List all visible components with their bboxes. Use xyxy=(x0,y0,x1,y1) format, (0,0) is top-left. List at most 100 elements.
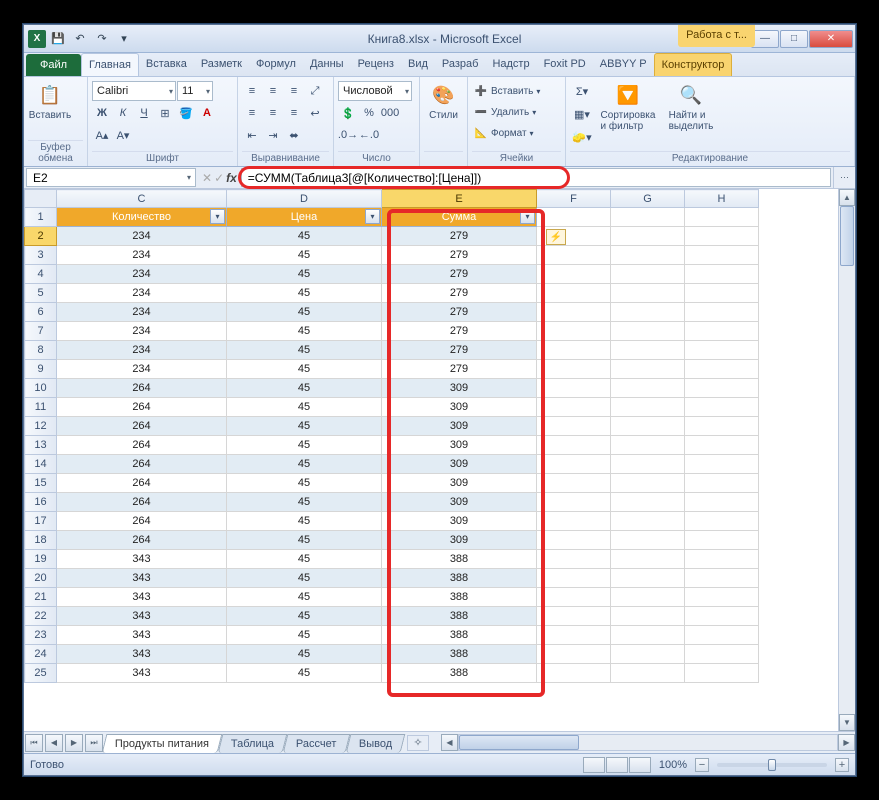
align-bottom-button[interactable]: ≡ xyxy=(284,81,304,101)
cell-D7[interactable]: 45 xyxy=(227,322,382,341)
cell-H19[interactable] xyxy=(685,550,759,569)
cell-C6[interactable]: 234 xyxy=(57,303,227,322)
cell-C15[interactable]: 264 xyxy=(57,474,227,493)
cell-E2[interactable]: 279 xyxy=(382,227,537,246)
cell-G21[interactable] xyxy=(611,588,685,607)
cell-F4[interactable] xyxy=(537,265,611,284)
cell-D14[interactable]: 45 xyxy=(227,455,382,474)
currency-button[interactable]: 💲 xyxy=(338,103,358,123)
cell-G17[interactable] xyxy=(611,512,685,531)
italic-button[interactable]: К xyxy=(113,103,133,123)
row-header-11[interactable]: 11 xyxy=(25,398,57,417)
cell-H4[interactable] xyxy=(685,265,759,284)
sheet-tab-0[interactable]: Продукты питания xyxy=(102,734,223,753)
ribbon-tab-вставка[interactable]: Вставка xyxy=(139,53,194,76)
cell-E6[interactable]: 279 xyxy=(382,303,537,322)
cell-C12[interactable]: 264 xyxy=(57,417,227,436)
cell-E13[interactable]: 309 xyxy=(382,436,537,455)
cell-C4[interactable]: 234 xyxy=(57,265,227,284)
cell-D3[interactable]: 45 xyxy=(227,246,382,265)
cell-F20[interactable] xyxy=(537,569,611,588)
row-header-16[interactable]: 16 xyxy=(25,493,57,512)
cell-G24[interactable] xyxy=(611,645,685,664)
ribbon-tab-главная[interactable]: Главная xyxy=(81,53,139,76)
cell-H23[interactable] xyxy=(685,626,759,645)
cell-H14[interactable] xyxy=(685,455,759,474)
decrease-decimal-button[interactable]: ←.0 xyxy=(359,125,379,145)
cell-G2[interactable] xyxy=(611,227,685,246)
hscroll-right-button[interactable]: ▶ xyxy=(838,734,855,751)
cell-C24[interactable]: 343 xyxy=(57,645,227,664)
cell-G13[interactable] xyxy=(611,436,685,455)
cell-C11[interactable]: 264 xyxy=(57,398,227,417)
font-name-combo[interactable]: Calibri xyxy=(92,81,176,101)
column-header-H[interactable]: H xyxy=(685,190,759,208)
row-header-20[interactable]: 20 xyxy=(25,569,57,588)
cell-G11[interactable] xyxy=(611,398,685,417)
font-size-combo[interactable]: 11 xyxy=(177,81,213,101)
ribbon-tab-foxit pd[interactable]: Foxit PD xyxy=(537,53,593,76)
cell-E12[interactable]: 309 xyxy=(382,417,537,436)
cell-E24[interactable]: 388 xyxy=(382,645,537,664)
cell-D2[interactable]: 45 xyxy=(227,227,382,246)
cell-G14[interactable] xyxy=(611,455,685,474)
zoom-knob[interactable] xyxy=(768,759,776,771)
cell-F6[interactable] xyxy=(537,303,611,322)
cancel-formula-icon[interactable]: ✕ xyxy=(202,171,212,185)
merge-button[interactable]: ⬌ xyxy=(284,125,304,145)
cell-E14[interactable]: 309 xyxy=(382,455,537,474)
row-header-4[interactable]: 4 xyxy=(25,265,57,284)
cell-H11[interactable] xyxy=(685,398,759,417)
hscroll-thumb[interactable] xyxy=(459,735,579,750)
cell-E7[interactable]: 279 xyxy=(382,322,537,341)
align-right-button[interactable]: ≡ xyxy=(284,103,304,123)
cell-C7[interactable]: 234 xyxy=(57,322,227,341)
cell-E18[interactable]: 309 xyxy=(382,531,537,550)
cell-F19[interactable] xyxy=(537,550,611,569)
cell-D6[interactable]: 45 xyxy=(227,303,382,322)
cell-E22[interactable]: 388 xyxy=(382,607,537,626)
cell-H24[interactable] xyxy=(685,645,759,664)
cell-D13[interactable]: 45 xyxy=(227,436,382,455)
underline-button[interactable]: Ч xyxy=(134,103,154,123)
sheet-tab-1[interactable]: Таблица xyxy=(218,734,288,753)
cell-F15[interactable] xyxy=(537,474,611,493)
file-tab[interactable]: Файл xyxy=(26,54,81,76)
cell-H13[interactable] xyxy=(685,436,759,455)
sheet-tab-2[interactable]: Рассчет xyxy=(283,734,350,753)
cell-H20[interactable] xyxy=(685,569,759,588)
cell-D11[interactable]: 45 xyxy=(227,398,382,417)
cell-F12[interactable] xyxy=(537,417,611,436)
cell-G19[interactable] xyxy=(611,550,685,569)
cell-F10[interactable] xyxy=(537,379,611,398)
align-center-button[interactable]: ≡ xyxy=(263,103,283,123)
row-header-14[interactable]: 14 xyxy=(25,455,57,474)
filter-button-Цена[interactable]: ▾ xyxy=(365,209,380,224)
cell-E3[interactable]: 279 xyxy=(382,246,537,265)
zoom-slider[interactable] xyxy=(717,763,827,767)
row-header-12[interactable]: 12 xyxy=(25,417,57,436)
cell-D16[interactable]: 45 xyxy=(227,493,382,512)
cell-D19[interactable]: 45 xyxy=(227,550,382,569)
zoom-out-button[interactable]: − xyxy=(695,758,709,772)
cell-G20[interactable] xyxy=(611,569,685,588)
cell-C23[interactable]: 343 xyxy=(57,626,227,645)
fx-icon[interactable]: fx xyxy=(226,171,237,185)
ribbon-tab-разраб[interactable]: Разраб xyxy=(435,53,486,76)
blank-cell[interactable] xyxy=(685,208,759,227)
page-layout-view-button[interactable] xyxy=(606,757,628,773)
undo-icon[interactable]: ↶ xyxy=(70,29,90,49)
column-header-D[interactable]: D xyxy=(227,190,382,208)
shrink-font-button[interactable]: A▾ xyxy=(113,125,133,145)
last-sheet-button[interactable]: ⏭ xyxy=(85,734,103,752)
wrap-text-button[interactable]: ↩ xyxy=(305,103,325,123)
row-header-1[interactable]: 1 xyxy=(25,208,57,227)
row-header-22[interactable]: 22 xyxy=(25,607,57,626)
row-header-10[interactable]: 10 xyxy=(25,379,57,398)
cell-G9[interactable] xyxy=(611,360,685,379)
table-header-Цена[interactable]: Цена▾ xyxy=(227,208,382,227)
cell-H10[interactable] xyxy=(685,379,759,398)
sort-filter-button[interactable]: 🔽Сортировка и фильтр xyxy=(597,81,659,132)
row-header-9[interactable]: 9 xyxy=(25,360,57,379)
cell-C10[interactable]: 264 xyxy=(57,379,227,398)
